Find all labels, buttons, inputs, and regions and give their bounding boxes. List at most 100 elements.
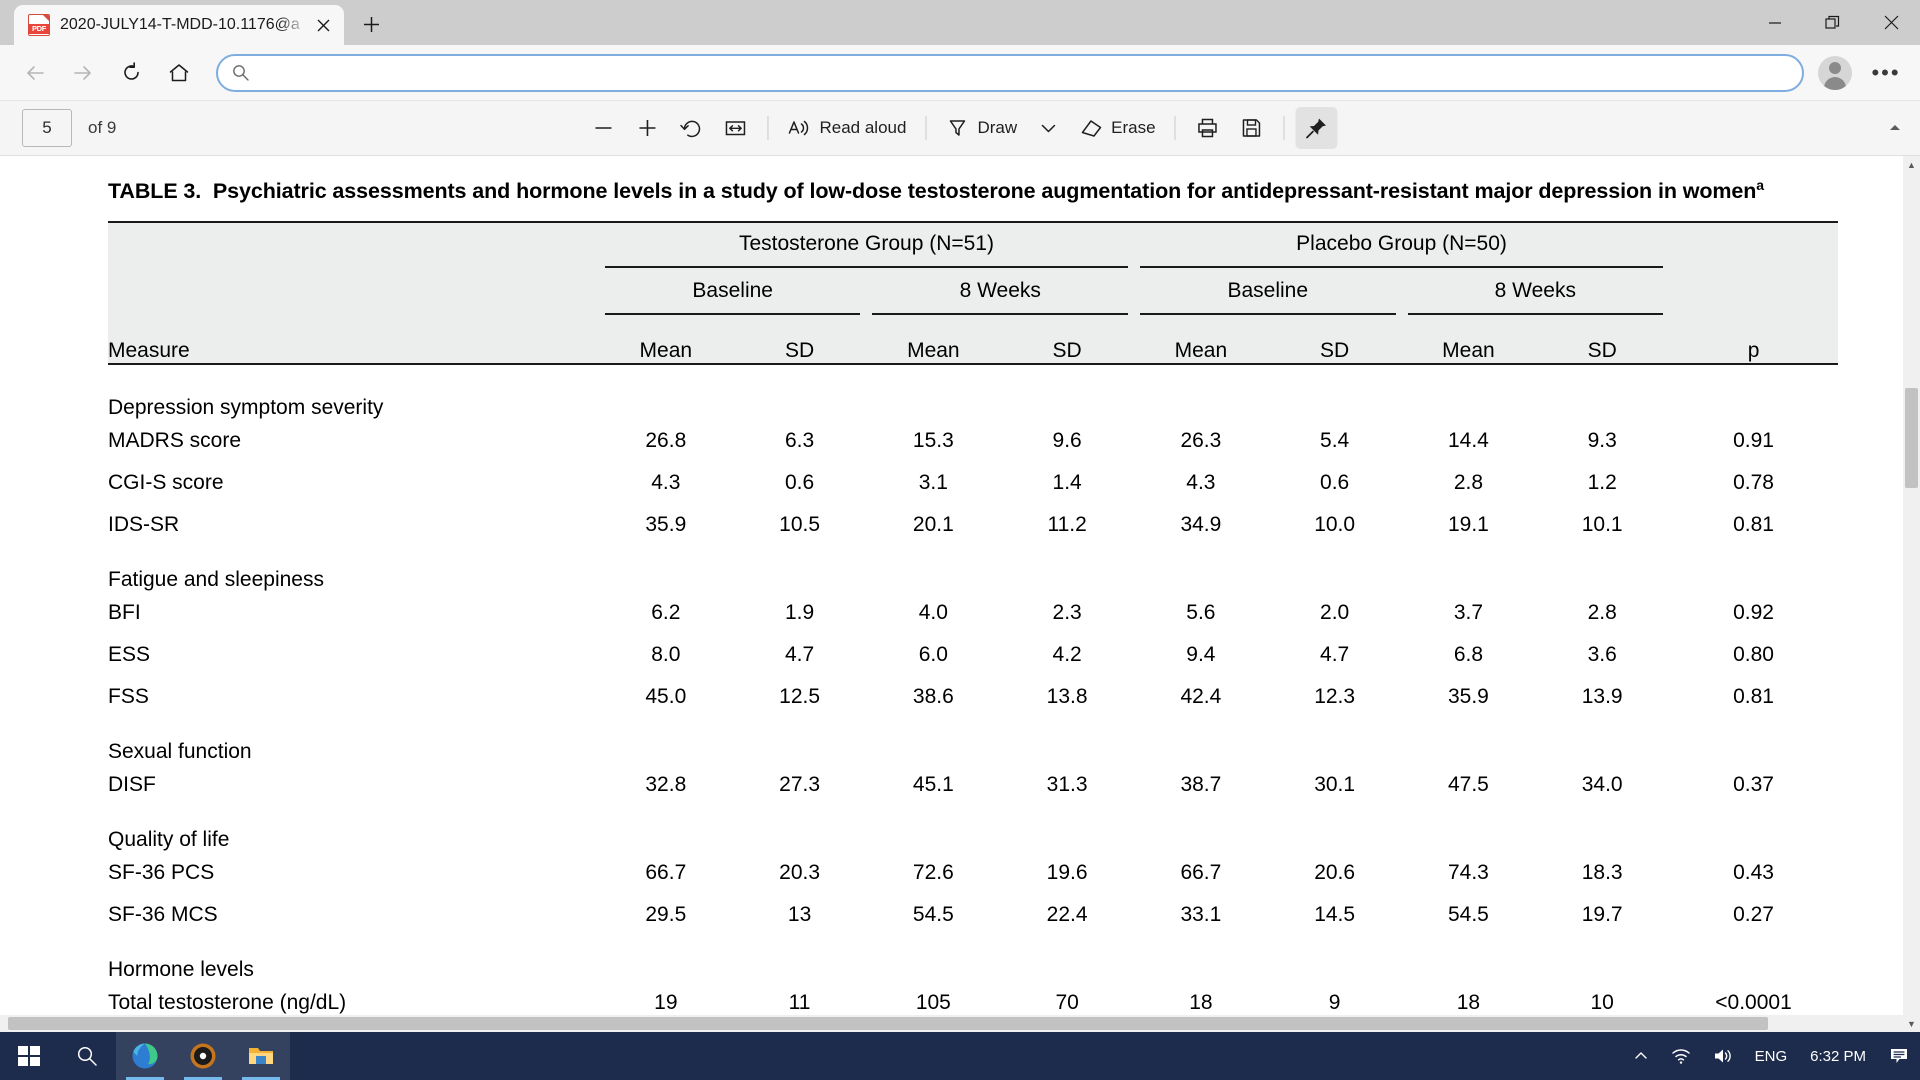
measure-label: BFI [108,600,141,624]
home-icon[interactable] [158,52,200,94]
table-cell-value: 20.6 [1314,860,1356,884]
minimize-icon[interactable] [1746,0,1804,45]
address-bar[interactable] [216,53,1804,92]
print-icon[interactable] [1187,107,1229,149]
taskbar-search-icon[interactable] [58,1032,116,1080]
start-icon[interactable] [0,1032,58,1080]
chevron-down-icon[interactable] [1027,107,1069,149]
table-cell-value: 12.5 [779,684,821,708]
horizontal-scroll-thumb[interactable] [8,1017,1768,1030]
erase-button[interactable]: Erase [1071,107,1163,149]
column-header-stat: SD [1535,315,1670,365]
pdf-toolbar-center-group: Read aloud Draw Erase [582,107,1338,149]
table-cell-value: 2.8 [1587,600,1617,624]
vertical-scroll-thumb[interactable] [1905,388,1918,488]
save-icon[interactable] [1231,107,1273,149]
close-window-icon[interactable] [1862,0,1920,45]
page-count-label: of 9 [88,118,117,137]
profile-avatar[interactable] [1818,55,1852,90]
back-arrow-icon[interactable] [14,52,56,94]
table-caption: TABLE 3. Psychiatric assessments and hor… [108,176,1838,207]
draw-button[interactable]: Draw [937,107,1025,149]
pdf-viewer-canvas[interactable]: TABLE 3. Psychiatric assessments and hor… [0,156,1920,1032]
column-header-p: p [1669,315,1838,365]
rotate-icon[interactable] [670,107,712,149]
table-cell-value: 47.5 [1447,772,1489,796]
read-aloud-button[interactable]: Read aloud [779,107,914,149]
horizontal-scrollbar[interactable] [0,1015,1903,1032]
new-tab-button[interactable] [352,5,390,43]
pdf-page-5: TABLE 3. Psychiatric assessments and hor… [0,156,1920,1032]
table-cell-value: 34.0 [1581,772,1623,796]
fit-to-page-icon[interactable] [714,107,756,149]
toolbar-divider [1174,116,1176,140]
table-cell-value: 6.0 [918,642,948,666]
pdf-toolbar-right-group [1874,107,1916,149]
notifications-icon[interactable] [1878,1032,1920,1080]
column-header-stat: SD [1000,315,1134,365]
language-indicator[interactable]: ENG [1744,1032,1799,1080]
table-cell-value: 6.8 [1453,642,1484,666]
table-cell-pvalue: 0.81 [1733,684,1774,708]
page-number-input[interactable] [22,109,72,147]
window-controls [1746,0,1920,45]
measure-label: ESS [108,642,151,666]
table-cell-pvalue: 0.92 [1733,600,1774,624]
browser-tab[interactable]: 2020-JULY14-T-MDD-10.1176@a [14,5,344,45]
measure-label: IDS-SR [108,512,180,536]
table-cell-value: 1.9 [784,600,815,624]
section-label: Hormone levels [108,957,254,981]
draw-label: Draw [977,118,1018,137]
address-bar-input[interactable] [255,63,1788,82]
refresh-icon[interactable] [110,52,152,94]
close-icon[interactable] [308,10,338,40]
scroll-up-arrow[interactable]: ▲ [1903,156,1920,173]
table-cell-value: 26.3 [1180,428,1222,452]
table-row: SF-36 MCS 29.5 13 54.5 22.4 33.1 14.5 54.5 19.7 0… [108,894,1838,936]
clock[interactable]: 6:32 PM [1798,1032,1878,1080]
table-cell-value: 13 [787,902,812,926]
vertical-scrollbar[interactable]: ▲ ▼ [1903,156,1920,1032]
browser-settings-menu[interactable]: ••• [1866,53,1906,93]
table-cell-value: 0.6 [784,470,815,494]
table-cell-value: 3.1 [918,470,948,494]
edge-icon[interactable] [116,1032,174,1080]
table-cell-value: 14.4 [1447,428,1489,452]
toolbar-divider [1283,116,1285,140]
table-cell-value: 6.3 [784,428,815,452]
table-cell-value: 33.1 [1180,902,1222,926]
collapse-toolbar-icon[interactable] [1874,107,1916,149]
forward-arrow-icon[interactable] [62,52,104,94]
restore-icon[interactable] [1804,0,1862,45]
table-cell-value: 26.8 [645,428,687,452]
table-cell-value: 10.1 [1581,512,1623,536]
table-cell-value: 20.3 [779,860,821,884]
table-cell-value: 13.9 [1581,684,1623,708]
zoom-in-button[interactable] [626,107,668,149]
windows-taskbar: ENG 6:32 PM [0,1032,1920,1080]
volume-icon[interactable] [1702,1032,1744,1080]
table-cell-value: 45.1 [912,772,954,796]
media-player-icon[interactable] [174,1032,232,1080]
zoom-out-button[interactable] [582,107,624,149]
read-aloud-label: Read aloud [819,118,907,137]
measure-label: SF-36 PCS [108,860,215,884]
table-cell-value: 18.3 [1581,860,1623,884]
table-section-row: Fatigue and sleepiness [108,546,1838,592]
table-cell-value: 0.6 [1320,470,1350,494]
scroll-down-arrow[interactable]: ▼ [1903,1015,1920,1032]
table-section-row: Hormone levels [108,936,1838,982]
pin-icon[interactable] [1295,107,1338,149]
chevron-up-icon[interactable] [1622,1032,1660,1080]
table-cell-pvalue: 0.81 [1733,512,1774,536]
browser-nav-bar: ••• [0,45,1920,101]
file-explorer-icon[interactable] [232,1032,290,1080]
table-cell-value: 1.2 [1587,470,1617,494]
wifi-icon[interactable] [1660,1032,1702,1080]
pdf-file-icon [28,14,50,36]
system-tray: ENG 6:32 PM [1622,1032,1920,1080]
table-cell-value: 38.7 [1180,772,1222,796]
table-cell-value: 32.8 [645,772,687,796]
table-cell-value: 4.7 [784,642,815,666]
erase-label: Erase [1111,118,1156,137]
